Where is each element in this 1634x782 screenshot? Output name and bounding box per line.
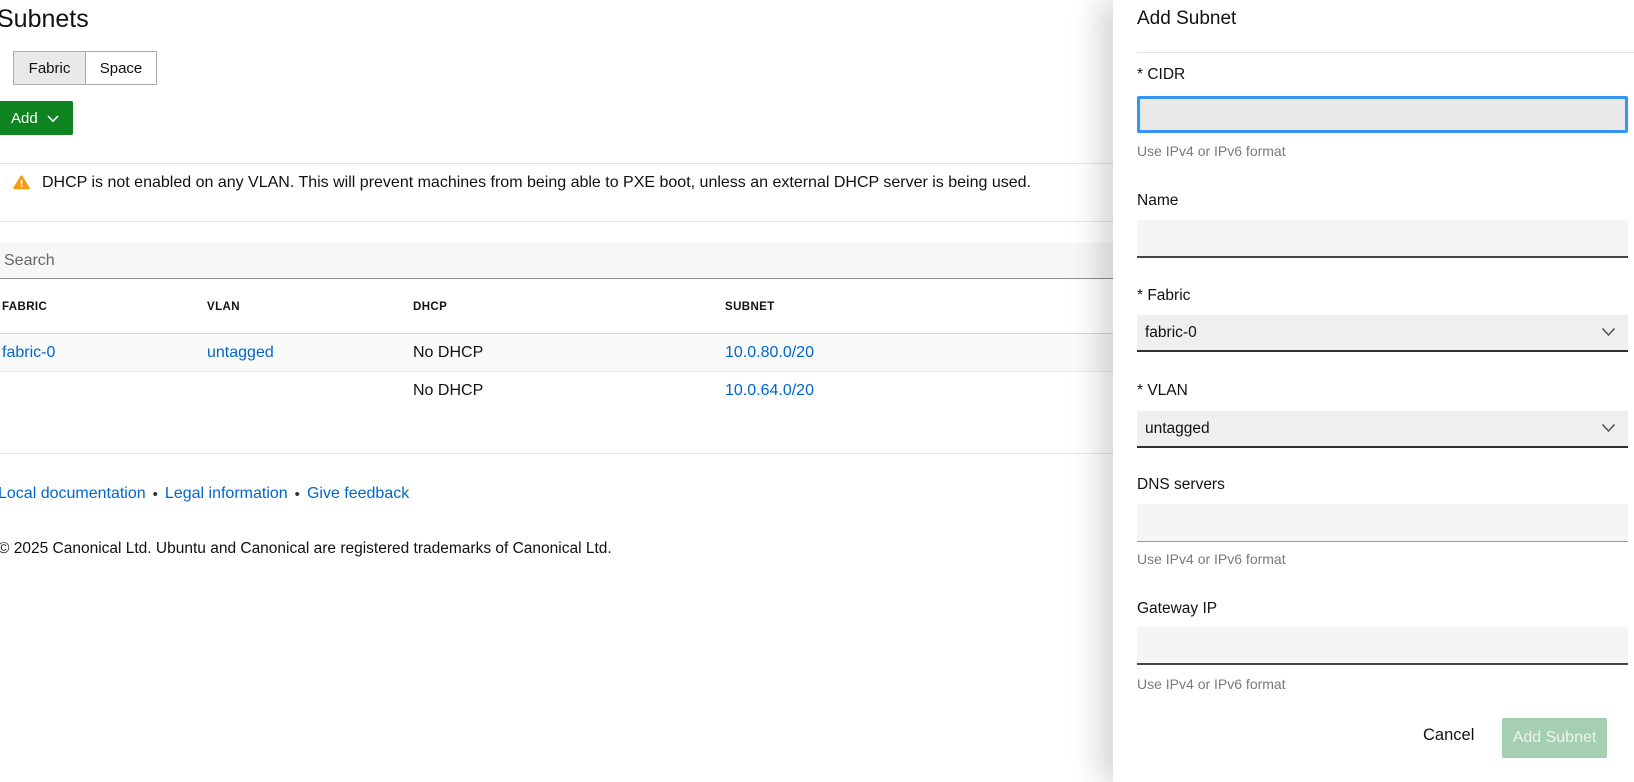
- fabric-space-toggle: Fabric Space: [13, 51, 157, 85]
- column-header-fabric: FABRIC: [0, 293, 207, 313]
- give-feedback-link[interactable]: Give feedback: [307, 485, 409, 503]
- legal-information-link[interactable]: Legal information: [165, 485, 288, 503]
- vlan-select-value: untagged: [1145, 420, 1210, 438]
- cidr-help-text: Use IPv4 or IPv6 format: [1137, 143, 1286, 159]
- divider: [0, 221, 1113, 222]
- fabric-label: * Fabric: [1137, 287, 1190, 305]
- warning-icon: [13, 175, 30, 195]
- gateway-ip-label: Gateway IP: [1137, 600, 1217, 618]
- search-input[interactable]: [0, 243, 1113, 279]
- vlan-label: * VLAN: [1137, 382, 1188, 400]
- column-header-subnet: SUBNET: [725, 293, 1113, 313]
- subnets-page: Subnets Fabric Space Add DHCP is not ena…: [0, 0, 1113, 782]
- gateway-help-text: Use IPv4 or IPv6 format: [1137, 676, 1286, 692]
- name-input[interactable]: [1137, 220, 1628, 258]
- vlan-select[interactable]: untagged: [1137, 411, 1628, 448]
- cidr-input[interactable]: [1137, 96, 1628, 133]
- dns-servers-input[interactable]: [1137, 504, 1628, 542]
- tab-space[interactable]: Space: [85, 52, 156, 84]
- warning-text: DHCP is not enabled on any VLAN. This wi…: [42, 172, 1031, 194]
- fabric-select[interactable]: fabric-0: [1137, 315, 1628, 352]
- fabric-link[interactable]: fabric-0: [2, 344, 55, 361]
- table-header-row: FABRIC VLAN DHCP SUBNET: [0, 293, 1113, 334]
- dns-servers-label: DNS servers: [1137, 476, 1225, 494]
- cidr-label: * CIDR: [1137, 66, 1185, 84]
- name-label: Name: [1137, 192, 1178, 210]
- chevron-down-icon: [47, 110, 59, 127]
- local-documentation-link[interactable]: Local documentation: [0, 485, 146, 503]
- link-separator: •: [295, 486, 300, 503]
- table-row: fabric-0 untagged No DHCP 10.0.80.0/20: [0, 334, 1113, 372]
- divider: [0, 163, 1113, 164]
- footer-links: Local documentation • Legal information …: [0, 485, 409, 503]
- add-subnet-submit-button[interactable]: Add Subnet: [1502, 718, 1607, 758]
- fabric-select-value: fabric-0: [1145, 324, 1197, 342]
- vlan-link[interactable]: untagged: [207, 344, 274, 361]
- add-button-label: Add: [11, 110, 38, 127]
- column-header-dhcp: DHCP: [413, 293, 725, 313]
- copyright-text: © 2025 Canonical Ltd. Ubuntu and Canonic…: [0, 540, 612, 558]
- chevron-down-icon: [1601, 324, 1616, 342]
- subnet-link[interactable]: 10.0.80.0/20: [725, 344, 814, 361]
- tab-fabric[interactable]: Fabric: [14, 52, 85, 84]
- add-subnet-panel: Add Subnet * CIDR Use IPv4 or IPv6 forma…: [1113, 0, 1634, 782]
- link-separator: •: [153, 486, 158, 503]
- panel-divider: [1137, 52, 1634, 53]
- dhcp-status: No DHCP: [413, 344, 725, 362]
- dhcp-status: No DHCP: [413, 382, 725, 400]
- add-dropdown-button[interactable]: Add: [0, 101, 73, 135]
- subnet-link[interactable]: 10.0.64.0/20: [725, 382, 814, 399]
- dns-help-text: Use IPv4 or IPv6 format: [1137, 551, 1286, 567]
- page-title: Subnets: [0, 5, 89, 34]
- dhcp-warning-banner: DHCP is not enabled on any VLAN. This wi…: [0, 172, 1113, 195]
- panel-title: Add Subnet: [1137, 8, 1236, 30]
- chevron-down-icon: [1601, 420, 1616, 438]
- footer-divider: [0, 453, 1113, 454]
- gateway-ip-input[interactable]: [1137, 627, 1628, 665]
- table-row: No DHCP 10.0.64.0/20: [0, 372, 1113, 410]
- cancel-button[interactable]: Cancel: [1423, 726, 1474, 745]
- column-header-vlan: VLAN: [207, 293, 413, 313]
